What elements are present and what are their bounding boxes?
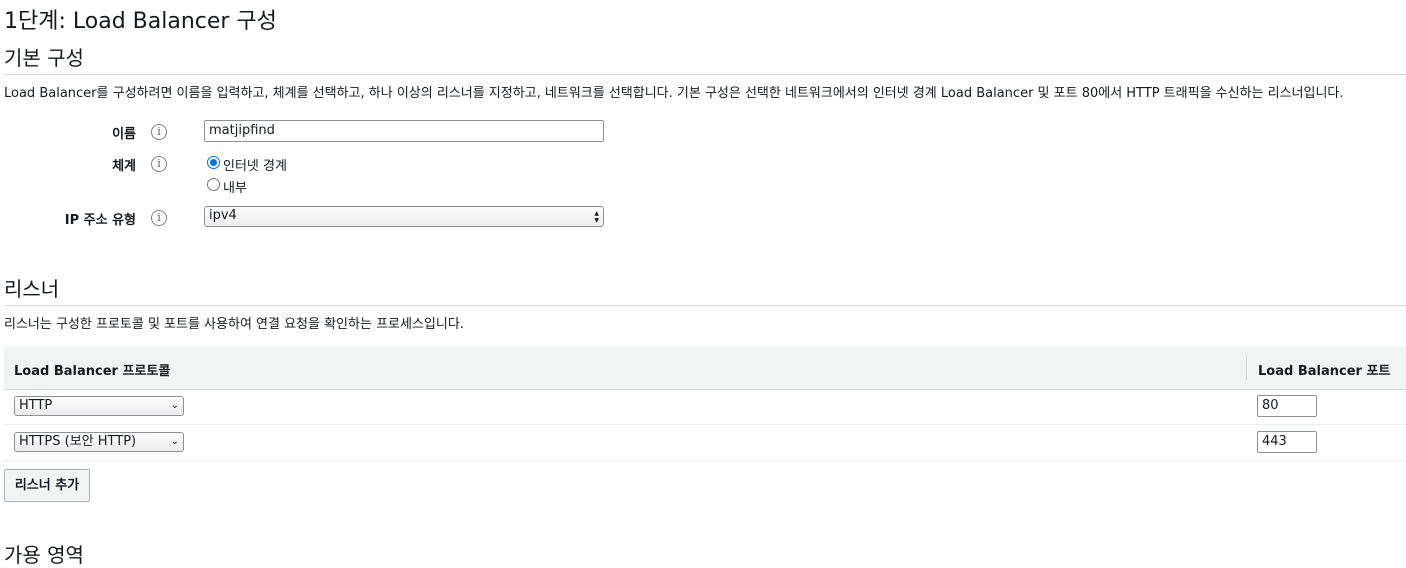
ip-type-value: ipv4 — [209, 208, 237, 223]
scheme-internal-radio[interactable] — [207, 178, 220, 191]
scheme-internet-label[interactable]: 인터넷 경계 — [223, 155, 287, 174]
listener-port-input[interactable]: 443 — [1257, 431, 1317, 453]
listener-protocol-select[interactable]: HTTP ⌄ — [14, 396, 184, 416]
name-label: 이름 — [112, 127, 136, 142]
scheme-internal-label[interactable]: 내부 — [223, 177, 247, 196]
listener-protocol-value: HTTP — [19, 398, 53, 413]
basic-divider — [4, 74, 1406, 75]
ip-type-select[interactable]: ipv4 ▲ ▼ — [204, 206, 604, 227]
listener-protocol-value: HTTPS (보안 HTTP) — [19, 434, 137, 449]
listeners-heading: 리스너 — [4, 277, 60, 301]
row-divider — [4, 424, 1406, 425]
availability-zones-heading: 가용 영역 — [4, 543, 84, 567]
updown-arrow-icon: ▲ ▼ — [594, 210, 599, 224]
ip-type-label: IP 주소 유형 — [64, 213, 136, 228]
column-separator — [1246, 355, 1247, 380]
scheme-internet-radio[interactable] — [207, 156, 220, 169]
basic-description: Load Balancer를 구성하려면 이름을 입력하고, 체계를 선택하고,… — [4, 86, 1344, 101]
row-divider — [4, 460, 1406, 461]
chevron-down-icon: ⌄ — [170, 436, 179, 447]
listeners-table-header — [4, 347, 1406, 390]
ip-type-info-icon[interactable]: i — [151, 210, 167, 226]
listener-protocol-select[interactable]: HTTPS (보안 HTTP) ⌄ — [14, 432, 184, 452]
scheme-info-icon[interactable]: i — [151, 156, 167, 172]
basic-config-heading: 기본 구성 — [4, 46, 84, 70]
add-listener-button[interactable]: 리스너 추가 — [4, 469, 90, 502]
port-column-header: Load Balancer 포트 — [1258, 364, 1391, 379]
listeners-description: 리스너는 구성한 프로토콜 및 포트를 사용하여 연결 요청을 확인하는 프로세… — [4, 317, 464, 332]
protocol-column-header: Load Balancer 프로토콜 — [14, 364, 171, 379]
chevron-down-icon: ⌄ — [170, 400, 179, 411]
listeners-divider — [4, 305, 1406, 306]
name-info-icon[interactable]: i — [151, 124, 167, 140]
listener-port-input[interactable]: 80 — [1257, 395, 1317, 417]
name-input[interactable]: matjipfind — [204, 120, 604, 142]
scheme-label: 체계 — [112, 159, 136, 174]
page-title: 1단계: Load Balancer 구성 — [4, 9, 277, 34]
